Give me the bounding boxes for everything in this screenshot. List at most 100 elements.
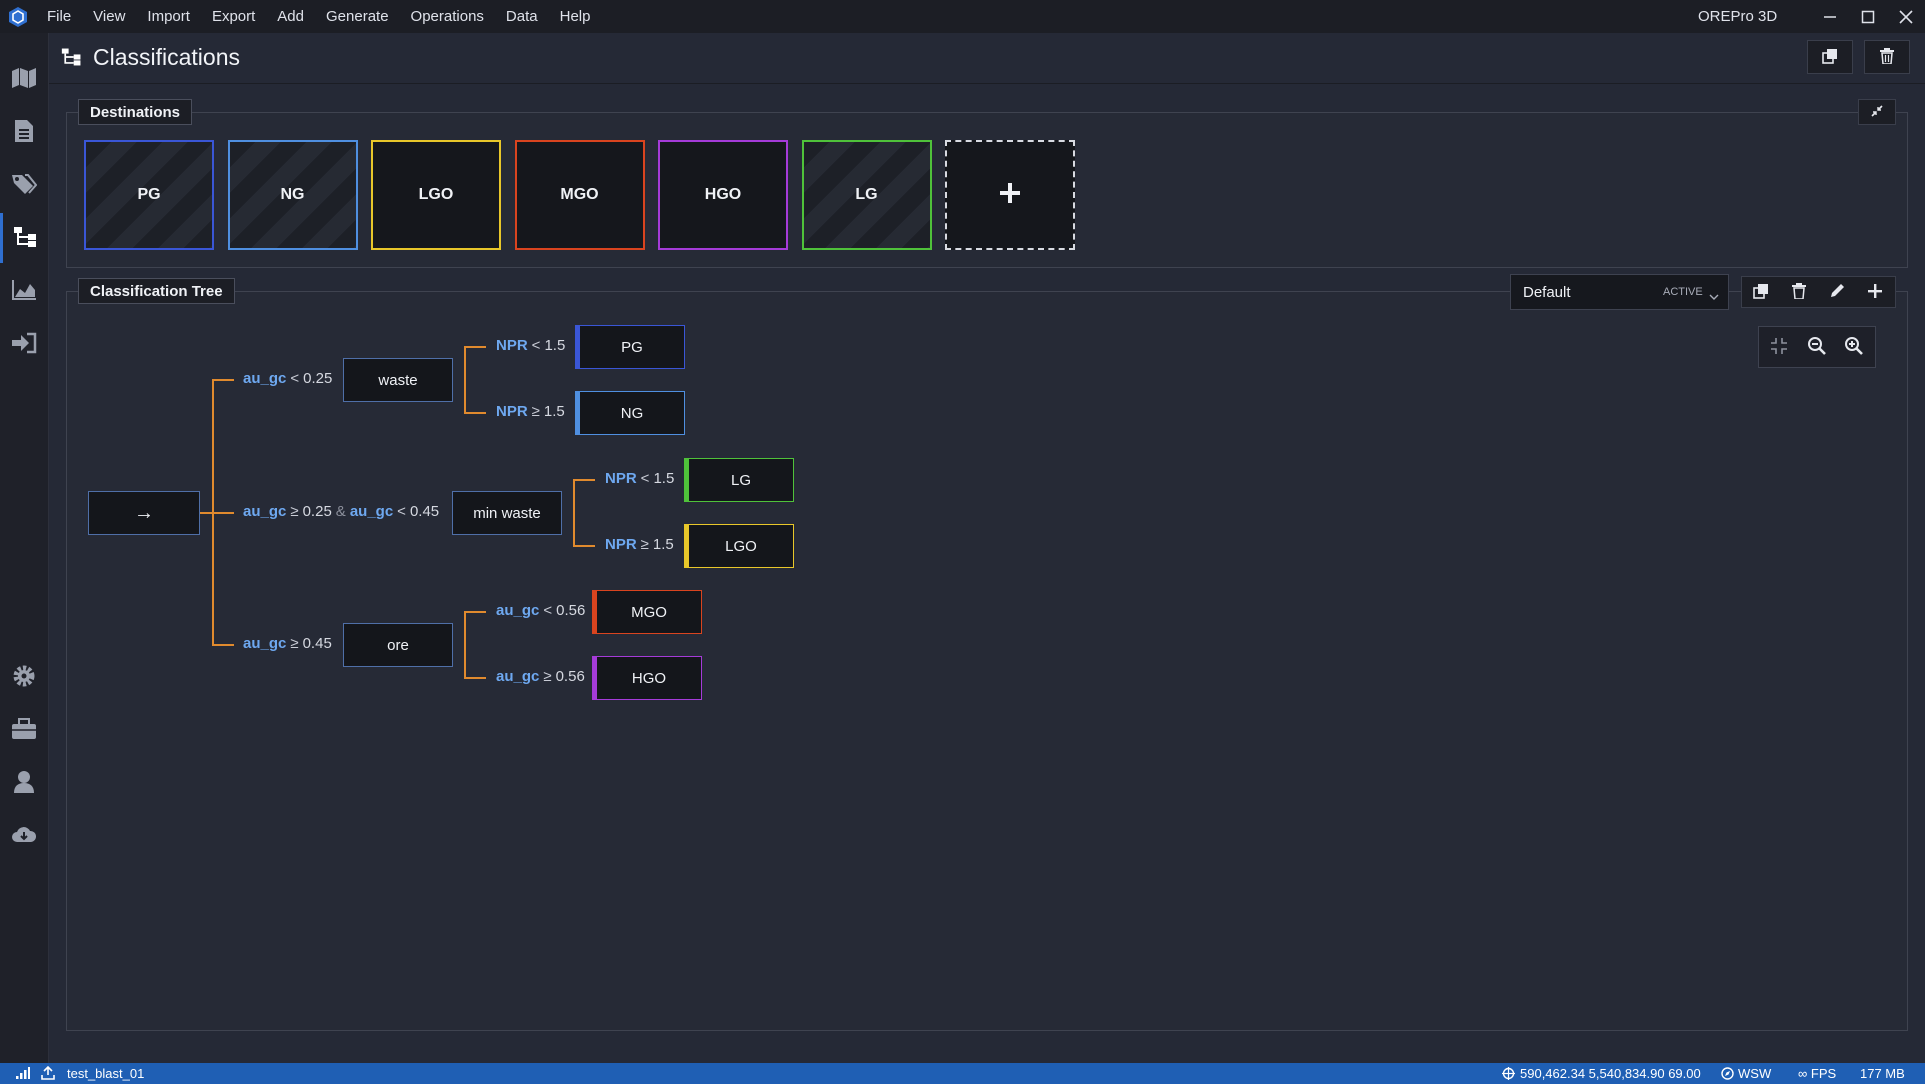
menu-help[interactable]: Help bbox=[549, 0, 602, 33]
condition-value[interactable]: 0.25 bbox=[303, 503, 332, 520]
leaf-condition[interactable]: NPR <1.5 bbox=[605, 470, 674, 487]
condition-operator[interactable]: < bbox=[641, 470, 650, 487]
destination-tile-lg[interactable]: LG bbox=[801, 140, 932, 250]
menu-import[interactable]: Import bbox=[136, 0, 201, 33]
destination-leaf-hgo[interactable]: HGO bbox=[592, 656, 702, 700]
destination-tile-mgo[interactable]: MGO bbox=[514, 140, 645, 250]
condition-value[interactable]: 0.45 bbox=[410, 503, 439, 520]
condition-operator[interactable]: ≥ bbox=[532, 403, 540, 420]
condition-value[interactable]: 1.5 bbox=[544, 337, 565, 354]
duplicate-tree-button[interactable] bbox=[1742, 276, 1780, 308]
close-button[interactable] bbox=[1887, 0, 1925, 33]
sidebar-account-button[interactable] bbox=[0, 758, 48, 808]
condition-operator[interactable]: ≥ bbox=[543, 668, 551, 685]
tree-connector bbox=[573, 479, 595, 481]
delete-button[interactable] bbox=[1864, 40, 1910, 74]
destination-leaf-mgo[interactable]: MGO bbox=[592, 590, 702, 634]
menu-data[interactable]: Data bbox=[495, 0, 549, 33]
destination-tile-lgo[interactable]: LGO bbox=[371, 140, 501, 250]
plus-icon bbox=[998, 181, 1022, 210]
leaf-condition[interactable]: au_gc ≥0.56 bbox=[496, 668, 585, 685]
sidebar-import-button[interactable] bbox=[0, 319, 48, 369]
condition-variable[interactable]: NPR bbox=[496, 337, 528, 354]
menu-operations[interactable]: Operations bbox=[400, 0, 495, 33]
condition-variable[interactable]: NPR bbox=[496, 403, 528, 420]
condition-operator[interactable]: ≥ bbox=[641, 536, 649, 553]
condition-operator[interactable]: < bbox=[290, 370, 299, 387]
condition-operator[interactable]: < bbox=[397, 503, 406, 520]
zoom-out-button[interactable] bbox=[1800, 331, 1834, 363]
sidebar-map-button[interactable] bbox=[0, 54, 48, 104]
zoom-in-button[interactable] bbox=[1837, 331, 1871, 363]
tree-connector bbox=[212, 512, 234, 514]
menu-add[interactable]: Add bbox=[266, 0, 315, 33]
destination-leaf-pg[interactable]: PG bbox=[575, 325, 685, 369]
condition-operator[interactable]: ≥ bbox=[290, 503, 298, 520]
condition-operator[interactable]: < bbox=[532, 337, 541, 354]
destination-leaf-ng[interactable]: NG bbox=[575, 391, 685, 435]
condition-operator[interactable]: ≥ bbox=[290, 635, 298, 652]
maximize-button[interactable] bbox=[1849, 0, 1887, 33]
page-title: Classifications bbox=[93, 44, 240, 70]
menu-view[interactable]: View bbox=[82, 0, 136, 33]
upload-icon[interactable] bbox=[41, 1065, 55, 1083]
branch-condition[interactable]: au_gc <0.25 bbox=[243, 370, 332, 387]
condition-value[interactable]: 0.25 bbox=[303, 370, 332, 387]
destination-leaf-lgo[interactable]: LGO bbox=[684, 524, 794, 568]
condition-variable[interactable]: au_gc bbox=[496, 668, 539, 685]
sidebar-tools-button[interactable] bbox=[0, 705, 48, 755]
tree-node[interactable]: ore bbox=[343, 623, 453, 667]
edit-tree-button[interactable] bbox=[1818, 276, 1856, 308]
tree-node[interactable]: min waste bbox=[452, 491, 562, 535]
sidebar-charts-button[interactable] bbox=[0, 266, 48, 316]
sidebar-download-button[interactable] bbox=[0, 811, 48, 861]
sidebar-tags-button[interactable] bbox=[0, 160, 48, 210]
menu-bar: File View Import Export Add Generate Ope… bbox=[0, 0, 1925, 33]
tree-connector bbox=[200, 512, 212, 514]
minimize-button[interactable] bbox=[1811, 0, 1849, 33]
leaf-condition[interactable]: NPR ≥1.5 bbox=[496, 403, 565, 420]
leaf-condition[interactable]: au_gc <0.56 bbox=[496, 602, 585, 619]
condition-operator[interactable]: < bbox=[543, 602, 552, 619]
sidebar-classifications-button[interactable] bbox=[0, 213, 48, 263]
branch-condition[interactable]: au_gc ≥0.25 & au_gc <0.45 bbox=[243, 503, 439, 520]
tree-node[interactable]: waste bbox=[343, 358, 453, 402]
tree-root-node[interactable]: → bbox=[88, 491, 200, 535]
destination-tile-hgo[interactable]: HGO bbox=[658, 140, 788, 250]
condition-variable[interactable]: NPR bbox=[605, 470, 637, 487]
add-destination-button[interactable] bbox=[945, 140, 1075, 250]
condition-value[interactable]: 0.45 bbox=[303, 635, 332, 652]
destination-tile-pg[interactable]: PG bbox=[84, 140, 214, 250]
tree-connector bbox=[212, 379, 234, 381]
leaf-condition[interactable]: NPR ≥1.5 bbox=[605, 536, 674, 553]
add-tree-button[interactable] bbox=[1856, 276, 1894, 308]
condition-variable[interactable]: au_gc bbox=[243, 503, 286, 520]
menu-export[interactable]: Export bbox=[201, 0, 266, 33]
delete-tree-button[interactable] bbox=[1780, 276, 1818, 308]
menu-generate[interactable]: Generate bbox=[315, 0, 400, 33]
duplicate-button[interactable] bbox=[1807, 40, 1853, 74]
fps-readout: ∞ FPS bbox=[1798, 1066, 1837, 1081]
menu-file[interactable]: File bbox=[36, 0, 82, 33]
destination-tile-ng[interactable]: NG bbox=[227, 140, 358, 250]
condition-variable[interactable]: NPR bbox=[605, 536, 637, 553]
destination-leaf-lg[interactable]: LG bbox=[684, 458, 794, 502]
tree-selector-dropdown[interactable]: Default ACTIVE bbox=[1510, 274, 1729, 310]
zoom-controls bbox=[1758, 326, 1876, 368]
sidebar-settings-button[interactable] bbox=[0, 652, 48, 702]
condition-variable[interactable]: au_gc bbox=[350, 503, 393, 520]
condition-variable[interactable]: au_gc bbox=[243, 370, 286, 387]
condition-variable[interactable]: au_gc bbox=[496, 602, 539, 619]
condition-value[interactable]: 1.5 bbox=[653, 470, 674, 487]
branch-condition[interactable]: au_gc ≥0.45 bbox=[243, 635, 332, 652]
condition-variable[interactable]: au_gc bbox=[243, 635, 286, 652]
condition-value[interactable]: 1.5 bbox=[544, 403, 565, 420]
condition-value[interactable]: 0.56 bbox=[556, 668, 585, 685]
leaf-condition[interactable]: NPR <1.5 bbox=[496, 337, 565, 354]
condition-value[interactable]: 0.56 bbox=[556, 602, 585, 619]
sidebar-documents-button[interactable] bbox=[0, 107, 48, 157]
collapse-destinations-button[interactable] bbox=[1858, 99, 1896, 125]
tree-connector bbox=[464, 677, 486, 679]
fit-view-button[interactable] bbox=[1762, 331, 1796, 363]
condition-value[interactable]: 1.5 bbox=[653, 536, 674, 553]
